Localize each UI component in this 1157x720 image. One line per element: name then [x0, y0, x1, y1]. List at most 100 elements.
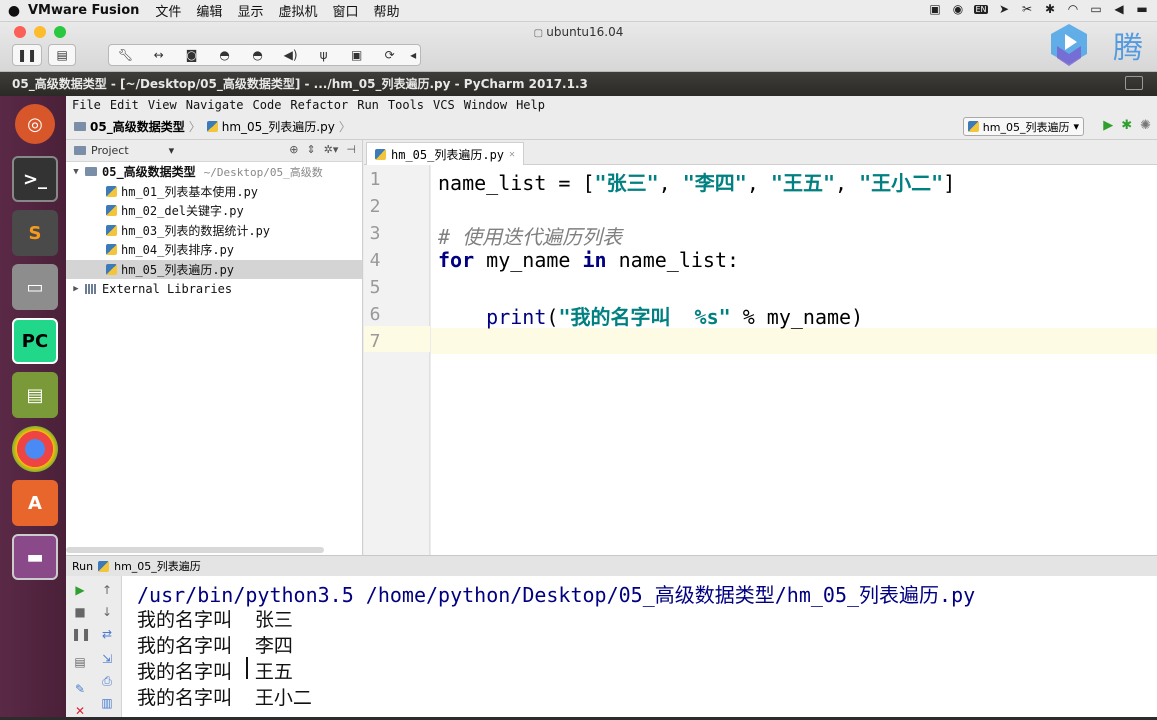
code-line-6: print("我的名字叫 %s" % my_name)	[486, 305, 864, 329]
scroll-up-icon[interactable]: ↑	[98, 581, 116, 599]
breadcrumb-project[interactable]: 05_高级数据类型 〉	[74, 118, 201, 135]
menu-view[interactable]: View	[148, 98, 177, 112]
print-icon[interactable]: ⎙	[98, 672, 116, 690]
menu-view[interactable]: 显示	[237, 1, 263, 20]
scroll-down-icon[interactable]: ↓	[98, 603, 116, 621]
menu-code[interactable]: Code	[253, 98, 282, 112]
save-icon[interactable]: ▣	[340, 48, 373, 62]
location-arrow-icon[interactable]: ➤	[997, 2, 1011, 16]
menu-help[interactable]: 帮助	[373, 1, 399, 20]
project-icon	[74, 146, 86, 155]
rerun-icon[interactable]: ▶	[71, 581, 89, 599]
settings-wrench-icon[interactable]: 🔧︎	[109, 48, 142, 62]
expand-arrow-icon[interactable]: ▼	[70, 167, 82, 177]
menu-run[interactable]: Run	[357, 98, 379, 112]
sync-icon[interactable]: ⊕	[289, 143, 298, 156]
clear-trash-icon[interactable]: ▥	[98, 694, 116, 712]
run-icon[interactable]: ▶	[1103, 118, 1113, 133]
stop-icon[interactable]: ■	[71, 603, 89, 621]
book-reader-icon[interactable]: ▤	[12, 372, 58, 418]
disk2-icon[interactable]: ◓	[241, 48, 274, 62]
wifi-icon[interactable]: ◠	[1066, 2, 1080, 16]
pycharm-icon[interactable]: PC	[12, 318, 58, 364]
close-tab-icon[interactable]: ✕	[509, 149, 515, 160]
python-file-icon	[106, 263, 117, 275]
cd-drive-icon[interactable]: ◙	[175, 48, 208, 62]
menu-tools[interactable]: Tools	[388, 98, 424, 112]
menu-window[interactable]: 窗口	[332, 1, 358, 20]
camera-icon[interactable]: ▣	[928, 2, 942, 16]
tree-file-item[interactable]: hm_03_列表的数据统计.py	[66, 221, 362, 241]
menu-vcs[interactable]: VCS	[433, 98, 455, 112]
volume-icon[interactable]: ◀	[1112, 2, 1126, 16]
collapse-icon[interactable]: ⇕	[306, 143, 315, 156]
breadcrumb-file[interactable]: hm_05_列表遍历.py 〉	[206, 118, 351, 135]
console-output-line: 我的名字叫 李四	[137, 635, 293, 657]
pycharm-menubar: File Edit View Navigate Code Refactor Ru…	[66, 96, 1157, 114]
menu-file[interactable]: File	[72, 98, 101, 112]
snapshot-button[interactable]: ▤	[48, 44, 77, 66]
python-file-icon	[967, 121, 979, 132]
more-arrow-icon[interactable]: ◂	[406, 48, 420, 62]
usb-icon[interactable]: ψ	[307, 48, 340, 62]
navigation-bar: 05_高级数据类型 〉 hm_05_列表遍历.py 〉 hm_05_列表遍历 ▾…	[66, 114, 1157, 140]
bluetooth-icon[interactable]: ✱	[1043, 2, 1057, 16]
run-config-selector[interactable]: hm_05_列表遍历 ▾	[962, 117, 1084, 136]
tree-file-item[interactable]: hm_04_列表排序.py	[66, 240, 362, 260]
pause-icon[interactable]: ❚❚	[71, 625, 91, 643]
gear-icon[interactable]: ✲▾	[324, 143, 339, 156]
files-icon[interactable]: ▭	[12, 264, 58, 310]
soft-wrap-icon[interactable]: ⇄	[98, 625, 116, 643]
keyboard-icon[interactable]	[1125, 76, 1143, 90]
menu-help[interactable]: Help	[516, 98, 545, 112]
tree-file-item[interactable]: hm_01_列表基本使用.py	[66, 182, 362, 202]
dump-threads-icon[interactable]: ▤	[71, 653, 89, 671]
share-icon[interactable]: ⟳	[373, 48, 406, 62]
scroll-to-end-icon[interactable]: ⇲	[98, 650, 116, 668]
hide-icon[interactable]: ⊣	[346, 143, 356, 156]
tree-file-item[interactable]: hm_02_del关键字.py	[66, 201, 362, 221]
close-icon[interactable]: ✕	[71, 702, 89, 720]
debug-icon[interactable]: ✱	[1121, 118, 1132, 133]
menu-file[interactable]: 文件	[155, 1, 181, 20]
chrome-icon[interactable]	[12, 426, 58, 472]
tree-root-folder[interactable]: ▼ 05_高级数据类型 ~/Desktop/05_高级数	[66, 162, 362, 182]
horizontal-scrollbar[interactable]	[66, 547, 324, 553]
airplay-icon[interactable]: ▭	[1089, 2, 1103, 16]
input-en-icon[interactable]: EN	[974, 4, 988, 14]
line-number: 2	[369, 196, 381, 217]
tab-hm-05[interactable]: hm_05_列表遍历.py ✕	[366, 142, 525, 165]
pause-vm-button[interactable]: ❚❚	[12, 44, 43, 66]
terminal-icon[interactable]: >_	[12, 156, 58, 202]
workspace-icon[interactable]: ▬	[12, 534, 58, 580]
tree-external-libraries[interactable]: ▶ External Libraries	[66, 279, 362, 299]
apple-menu-icon[interactable]: ●	[0, 3, 28, 19]
tencent-class-logo: 腾	[1051, 24, 1143, 66]
app-menu-vmware[interactable]: VMware Fusion	[28, 3, 139, 18]
menu-refactor[interactable]: Refactor	[290, 98, 348, 112]
battery-icon[interactable]: ▬	[1135, 2, 1149, 16]
tools-icon[interactable]: ✂	[1020, 2, 1034, 16]
menu-navigate[interactable]: Navigate	[186, 98, 244, 112]
line-number: 7	[369, 331, 381, 352]
pin-tab-icon[interactable]: ✎	[71, 680, 89, 698]
expand-arrow-icon[interactable]: ▶	[70, 284, 82, 294]
mic-icon[interactable]: ◉	[951, 2, 965, 16]
coverage-icon[interactable]: ✺	[1140, 118, 1151, 133]
run-console[interactable]: /usr/bin/python3.5 /home/python/Desktop/…	[122, 576, 1157, 717]
editor-gutter: 1 2 3 4 5 6 7	[364, 165, 430, 555]
network-icon[interactable]: ↔	[142, 48, 175, 62]
chevron-down-icon[interactable]: ▾	[169, 144, 175, 157]
menu-vm[interactable]: 虚拟机	[278, 1, 317, 20]
software-center-icon[interactable]: A	[12, 480, 58, 526]
code-editor[interactable]: name_list = ["张三", "李四", "王五", "王小二"] # …	[431, 165, 1157, 555]
menu-edit[interactable]: 编辑	[196, 1, 222, 20]
menu-window[interactable]: Window	[464, 98, 507, 112]
sound-icon[interactable]: ◀)	[274, 48, 307, 62]
sublime-text-icon[interactable]: S	[12, 210, 58, 256]
watermark-text: 腾	[1113, 31, 1143, 66]
tree-file-item-selected[interactable]: hm_05_列表遍历.py	[66, 259, 362, 279]
disk-icon[interactable]: ◓	[208, 48, 241, 62]
ubuntu-dash-icon[interactable]: ◎	[15, 104, 55, 144]
menu-edit[interactable]: Edit	[110, 98, 139, 112]
